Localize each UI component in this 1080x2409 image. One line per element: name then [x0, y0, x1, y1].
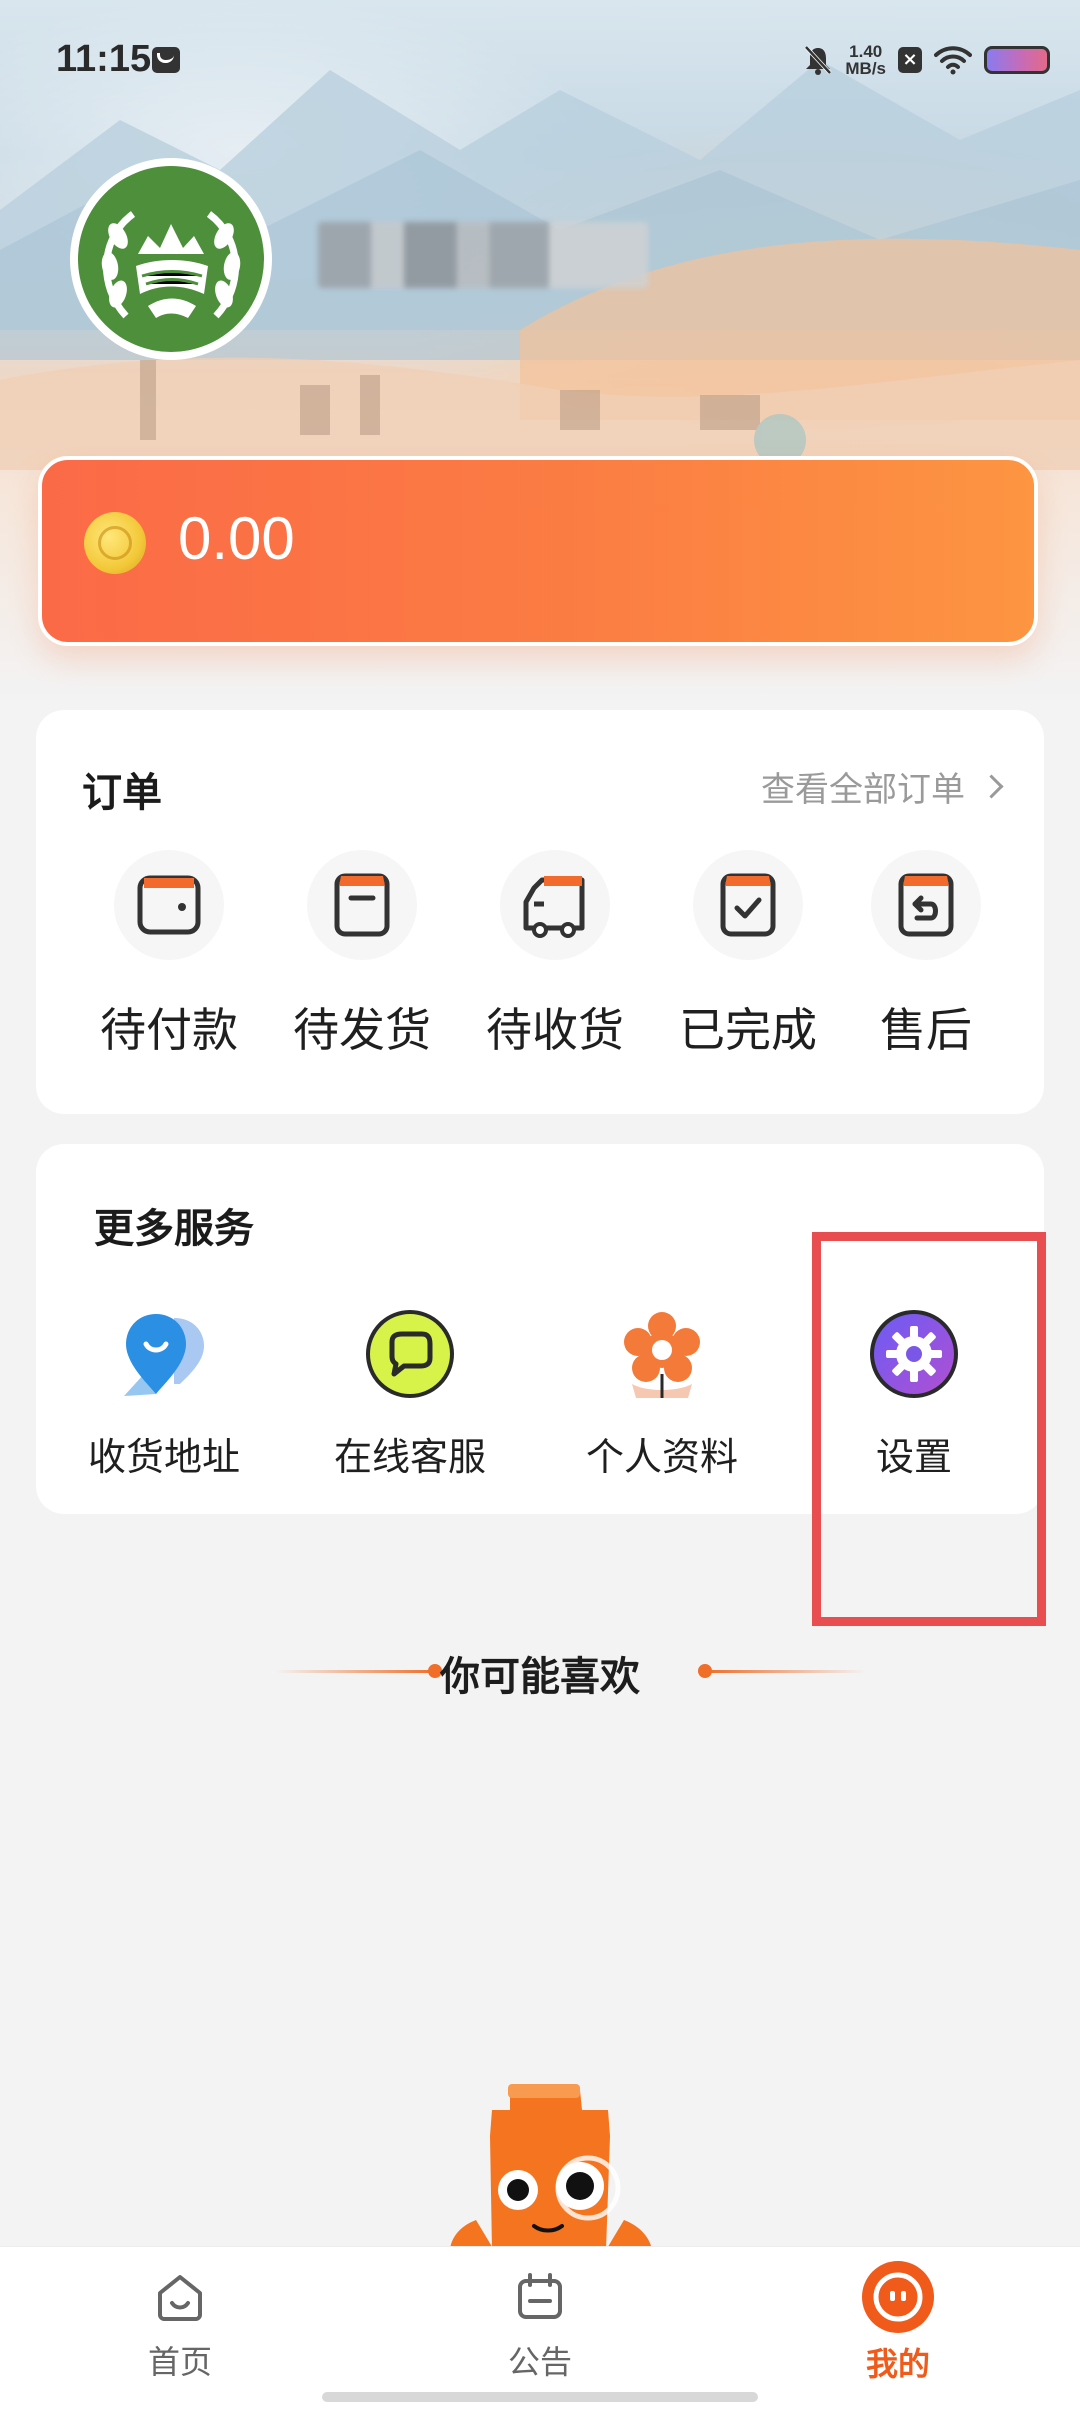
- view-all-orders-label: 查看全部订单: [761, 770, 965, 810]
- order-label: 待付款: [100, 1003, 238, 1057]
- highlight-box: [812, 1232, 1046, 1626]
- balance-amount: 0.00: [178, 505, 295, 572]
- calendar-icon: [518, 2273, 562, 2319]
- net-speed-unit: MB/s: [845, 59, 886, 78]
- green-farm-emblem-icon: [101, 211, 241, 319]
- service-personal-info[interactable]: 个人资料: [552, 1304, 772, 1481]
- mascot-illustration: [450, 2084, 652, 2250]
- order-label: 待收货: [486, 1003, 624, 1057]
- coin-icon: [84, 512, 146, 574]
- service-online-support[interactable]: 在线客服: [300, 1304, 520, 1481]
- mail-icon: [152, 47, 180, 73]
- battery-icon: [984, 46, 1050, 74]
- tab-mine[interactable]: 我的: [798, 2261, 998, 2385]
- service-label: 收货地址: [87, 1435, 240, 1479]
- home-indicator[interactable]: [322, 2392, 758, 2402]
- avatar[interactable]: [70, 158, 272, 360]
- chat-bubble-icon: [360, 1304, 460, 1404]
- order-pending-receipt[interactable]: 待收货: [475, 850, 635, 1060]
- orders-title: 订单: [82, 770, 162, 816]
- chevron-right-icon: [979, 774, 1004, 799]
- decor-line-right: [706, 1670, 866, 1673]
- bell-off-icon: [804, 45, 832, 75]
- location-pin-icon: [114, 1304, 214, 1404]
- order-after-sales[interactable]: 售后: [846, 850, 1006, 1060]
- close-box-icon: ×: [898, 47, 922, 73]
- service-shipping-address[interactable]: 收货地址: [54, 1304, 274, 1481]
- tab-label: 公告: [507, 2343, 572, 2381]
- balance-card[interactable]: 0.00: [38, 456, 1038, 646]
- username-blurred: [318, 222, 648, 288]
- orders-card: 订单 查看全部订单 待付款 待发货 待收货 已完成 售后: [36, 710, 1044, 1114]
- net-speed-value: 1.40: [849, 42, 883, 61]
- service-label: 个人资料: [585, 1435, 738, 1479]
- order-completed[interactable]: 已完成: [668, 850, 828, 1060]
- return-icon: [871, 850, 981, 960]
- tab-home[interactable]: 首页: [80, 2271, 280, 2383]
- services-title: 更多服务: [94, 1206, 254, 1252]
- order-label: 待发货: [293, 1003, 431, 1057]
- order-label: 售后: [880, 1003, 972, 1057]
- order-label: 已完成: [679, 1003, 817, 1057]
- tab-label: 我的: [865, 2345, 930, 2383]
- check-box-icon: [693, 850, 803, 960]
- box-icon: [307, 850, 417, 960]
- wallet-icon: [114, 850, 224, 960]
- order-pending-shipment[interactable]: 待发货: [282, 850, 442, 1060]
- order-pending-payment[interactable]: 待付款: [89, 850, 249, 1060]
- tab-announcements[interactable]: 公告: [440, 2271, 640, 2383]
- flower-icon: [612, 1304, 712, 1404]
- recommend-section-header: 你可能喜欢: [0, 1640, 1080, 1700]
- truck-icon: [500, 850, 610, 960]
- view-all-orders-link[interactable]: 查看全部订单: [761, 762, 1004, 811]
- wifi-icon: [934, 46, 972, 75]
- home-icon: [158, 2275, 202, 2321]
- service-label: 在线客服: [333, 1435, 486, 1479]
- status-time: 11:15: [56, 38, 152, 80]
- net-speed: 1.40 MB/s: [845, 43, 886, 77]
- recommend-title: 你可能喜欢: [440, 1654, 640, 1700]
- status-bar: 11:15 1.40 MB/s ×: [0, 0, 1080, 120]
- bottom-tab-bar: 首页 公告 我的: [0, 2246, 1080, 2409]
- tab-label: 首页: [147, 2343, 212, 2381]
- face-icon: [862, 2261, 934, 2333]
